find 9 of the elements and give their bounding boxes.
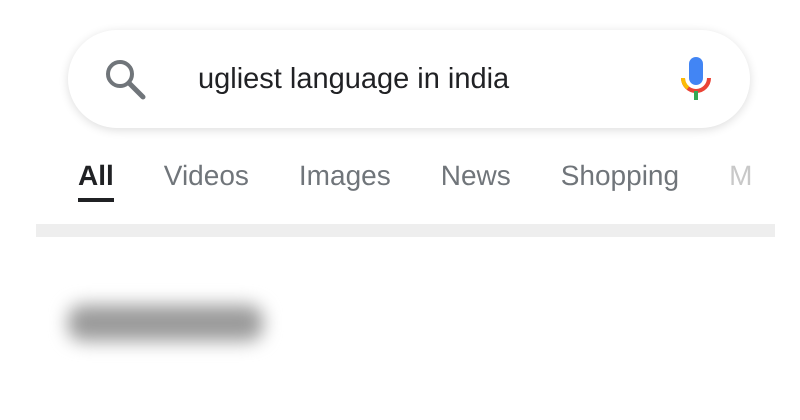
microphone-icon[interactable] xyxy=(680,57,712,101)
tab[interactable]: News xyxy=(440,160,511,202)
tab[interactable]: Videos xyxy=(164,160,249,202)
tab[interactable]: Images xyxy=(298,160,391,202)
search-icon[interactable] xyxy=(104,58,146,100)
tab[interactable]: Shopping xyxy=(560,160,680,202)
search-bar[interactable]: ugliest language in india xyxy=(68,30,750,128)
search-input[interactable]: ugliest language in india xyxy=(198,62,680,96)
tab[interactable]: All xyxy=(78,160,114,202)
